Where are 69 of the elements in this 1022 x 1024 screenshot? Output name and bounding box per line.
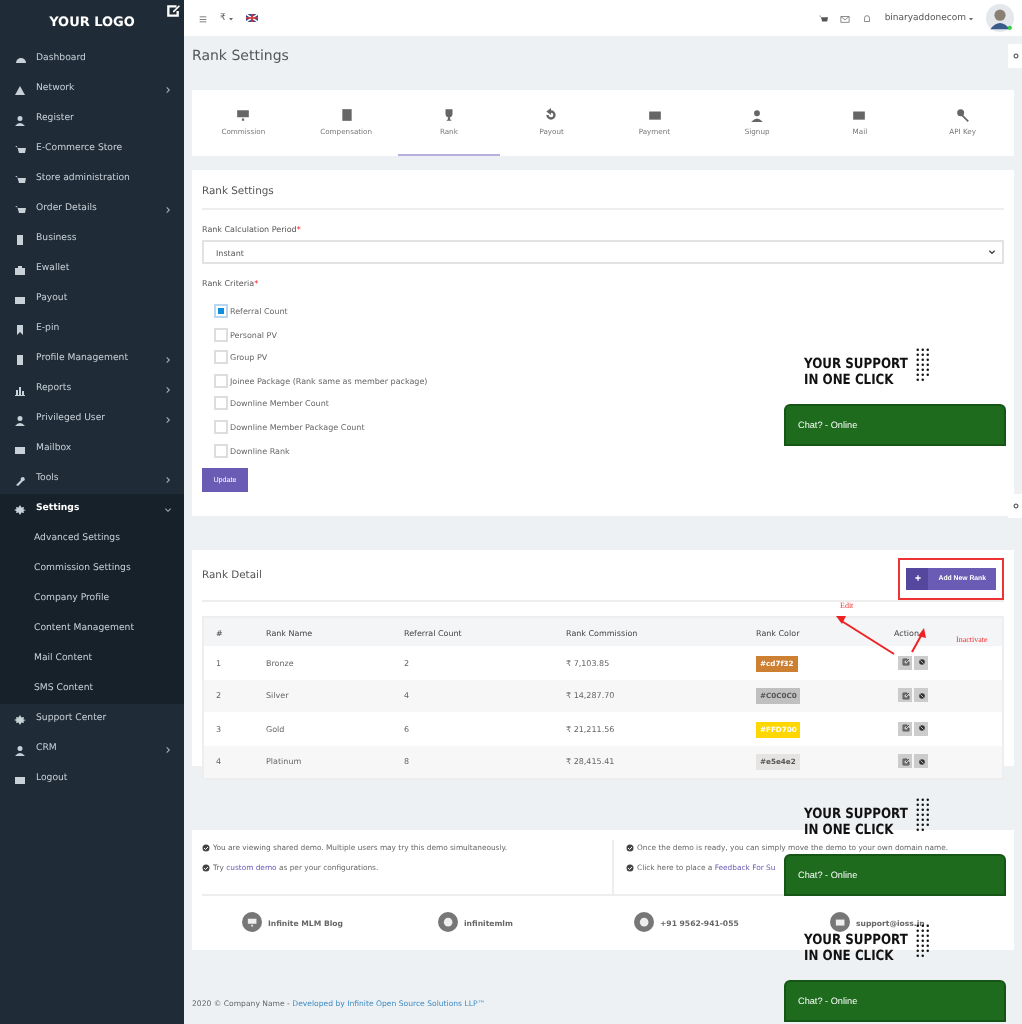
settings-button[interactable]	[1008, 494, 1022, 518]
check-circle-icon	[202, 864, 210, 872]
menu-icon[interactable]	[198, 13, 208, 23]
check-circle-icon	[202, 844, 210, 852]
gear-icon	[14, 713, 26, 725]
key-icon	[955, 108, 970, 122]
cart-icon	[14, 143, 26, 155]
check-circle-icon	[626, 844, 634, 852]
chevron-icon	[988, 248, 996, 256]
edit-icon[interactable]	[166, 4, 180, 18]
avatar[interactable]	[986, 4, 1014, 32]
undo-icon	[544, 108, 559, 122]
document-icon	[14, 353, 26, 365]
document-icon	[14, 233, 26, 245]
user-icon	[750, 108, 765, 122]
gauge-icon	[14, 53, 26, 65]
cart-icon[interactable]	[818, 13, 829, 23]
plus-icon	[913, 574, 922, 582]
chevron-icon	[164, 385, 172, 393]
card-icon	[14, 773, 26, 785]
edit-button[interactable]	[898, 754, 912, 769]
chevron-icon	[164, 475, 172, 483]
card-icon	[647, 108, 662, 122]
sitemap-icon	[14, 83, 26, 95]
user-icon	[14, 113, 26, 125]
chevron-icon	[164, 505, 172, 513]
gear-icon	[1011, 502, 1019, 510]
chevron-icon	[164, 85, 172, 93]
bell-icon[interactable]	[862, 13, 873, 23]
checkbox[interactable]	[214, 327, 228, 342]
edit-button[interactable]	[898, 688, 912, 703]
gear-icon	[14, 503, 26, 515]
block-button[interactable]	[914, 688, 928, 703]
monitor-icon	[242, 912, 262, 932]
chevron-icon	[164, 205, 172, 213]
cart-icon	[14, 203, 26, 215]
block-button[interactable]	[914, 754, 928, 769]
briefcase-icon	[14, 263, 26, 275]
monitor-icon	[236, 108, 251, 122]
card-icon	[14, 293, 26, 305]
check-circle-icon	[626, 864, 634, 872]
checkbox[interactable]	[214, 396, 228, 411]
block-button[interactable]	[914, 721, 928, 736]
gear-icon	[1011, 52, 1019, 60]
caret-icon	[227, 15, 234, 21]
flag-icon[interactable]	[245, 14, 258, 22]
edit-button[interactable]	[898, 655, 912, 670]
user-icon	[14, 413, 26, 425]
block-button[interactable]	[914, 655, 928, 670]
checkbox[interactable]	[214, 419, 228, 434]
bookmark-icon	[14, 323, 26, 335]
chevron-icon	[164, 745, 172, 753]
settings-button[interactable]	[1008, 44, 1022, 68]
chevron-icon	[164, 355, 172, 363]
bar-chart-icon	[14, 383, 26, 395]
caret-icon	[968, 15, 974, 21]
trophy-icon	[441, 108, 456, 122]
user-icon	[14, 743, 26, 755]
checkbox[interactable]	[214, 443, 228, 458]
checkbox[interactable]	[214, 304, 228, 318]
arrow	[836, 616, 895, 655]
chevron-icon	[164, 415, 172, 423]
circle-icon	[438, 912, 458, 932]
wrench-icon	[14, 473, 26, 485]
edit-button[interactable]	[898, 721, 912, 736]
checkbox[interactable]	[214, 350, 228, 365]
circle-icon	[634, 912, 654, 932]
cart-icon	[14, 173, 26, 185]
checkbox[interactable]	[214, 373, 228, 388]
